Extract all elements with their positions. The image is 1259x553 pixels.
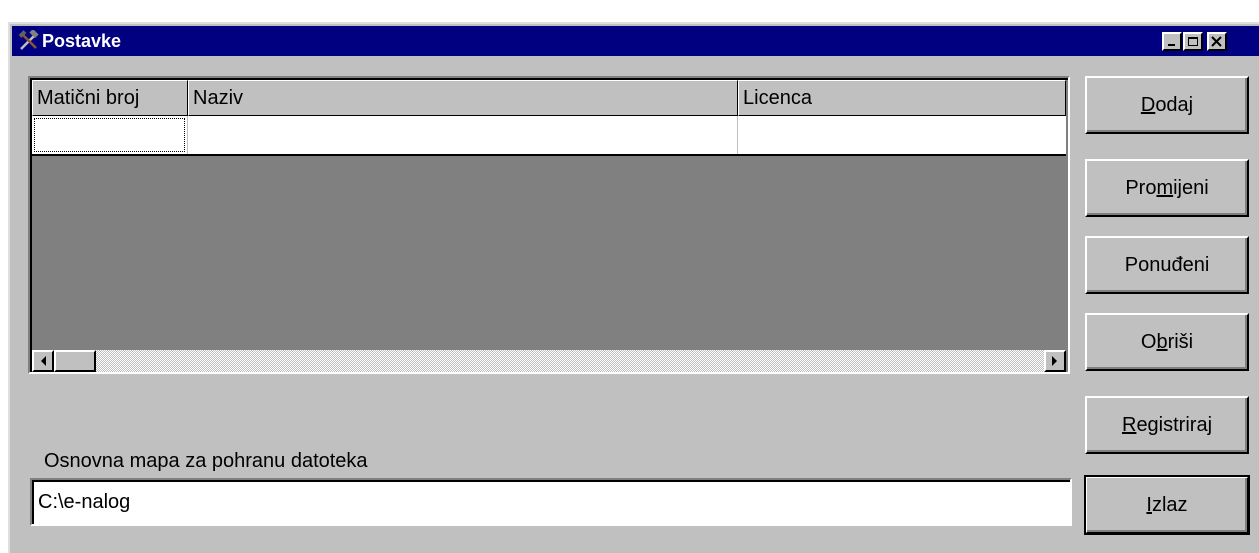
title-bar[interactable]: Postavke — [12, 26, 1259, 56]
column-header-maticni-broj[interactable]: Matični broj — [32, 80, 188, 116]
storage-folder-input[interactable] — [30, 478, 1072, 526]
scrollbar-thumb[interactable] — [54, 350, 96, 372]
window-title: Postavke — [42, 31, 122, 51]
focus-rectangle — [34, 118, 185, 152]
close-icon — [1211, 36, 1222, 47]
arrow-right-icon — [1052, 356, 1057, 366]
izlaz-button[interactable]: Izlaz — [1084, 475, 1250, 535]
hammer-pick-icon — [18, 28, 40, 52]
arrow-left-icon — [41, 356, 46, 366]
maximize-button[interactable] — [1183, 32, 1203, 51]
maximize-icon — [1188, 37, 1198, 46]
scroll-left-button[interactable] — [32, 350, 54, 372]
dodaj-button[interactable]: Dodaj — [1085, 76, 1249, 134]
settings-window: Postavke Matični broj Naziv Licenca D od… — [8, 22, 1259, 553]
obrisi-button[interactable]: Ob riši — [1085, 313, 1249, 371]
column-header-naziv[interactable]: Naziv — [188, 80, 738, 116]
horizontal-scrollbar[interactable] — [32, 350, 1066, 372]
storage-folder-label: Osnovna mapa za pohranu datoteka — [44, 450, 368, 472]
ponudeni-button[interactable]: Ponuđeni — [1085, 236, 1249, 294]
registriraj-button[interactable]: Registriraj — [1085, 396, 1249, 454]
table-row[interactable] — [32, 116, 1066, 156]
cell-licenca[interactable] — [738, 116, 1066, 154]
companies-grid[interactable]: Matični broj Naziv Licenca — [28, 76, 1070, 374]
cell-maticni-broj[interactable] — [32, 116, 188, 154]
minimize-button[interactable] — [1162, 32, 1182, 51]
column-header-licenca[interactable]: Licenca — [738, 80, 1066, 116]
promijeni-button[interactable]: Pro m ijeni — [1085, 159, 1249, 217]
scrollbar-track[interactable] — [54, 350, 1044, 372]
cell-naziv[interactable] — [188, 116, 738, 154]
close-button[interactable] — [1207, 32, 1227, 51]
scroll-right-button[interactable] — [1044, 350, 1066, 372]
minimize-icon — [1168, 43, 1175, 46]
